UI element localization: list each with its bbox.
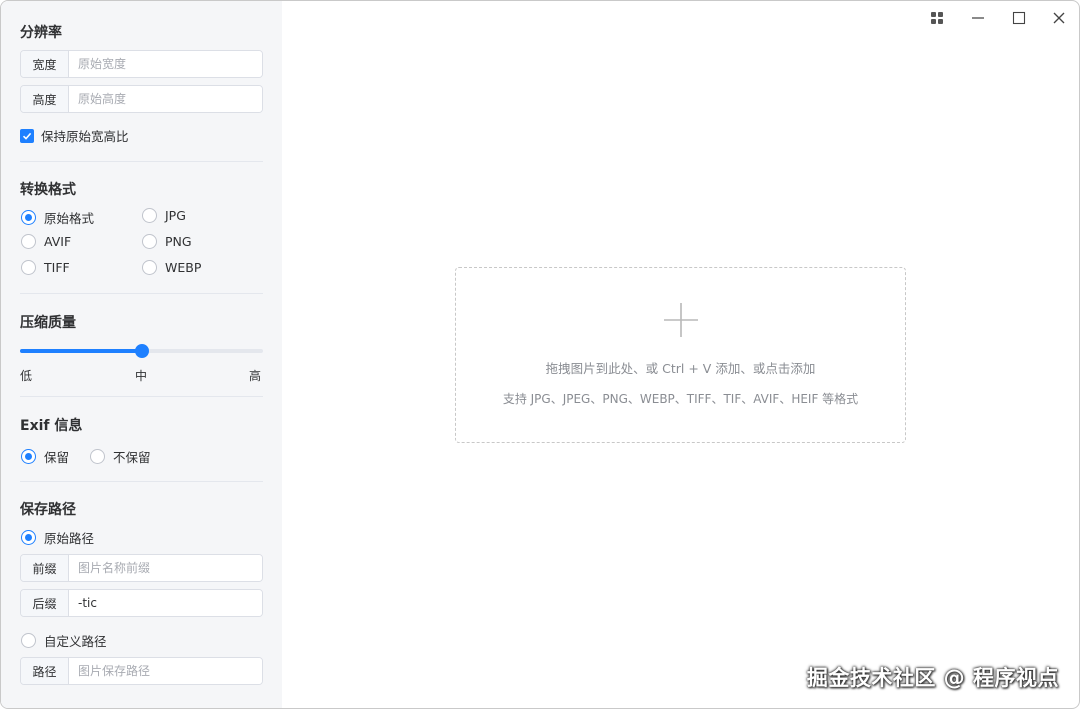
radio-checked-icon	[21, 530, 36, 545]
quality-high-label: 高	[249, 369, 262, 383]
maximize-button[interactable]	[1006, 7, 1032, 29]
suffix-label: 后缀	[21, 590, 69, 616]
radio-icon	[90, 449, 105, 464]
radio-icon	[142, 208, 157, 223]
quality-title: 压缩质量	[20, 315, 76, 331]
height-input[interactable]	[69, 86, 262, 112]
save-path-title: 保存路径	[20, 502, 76, 518]
drop-zone-hint: 拖拽图片到此处、或 Ctrl + V 添加、或点击添加	[545, 361, 816, 376]
minimize-icon	[972, 17, 984, 19]
keep-ratio-label: 保持原始宽高比	[41, 129, 129, 144]
format-option-original[interactable]: 原始格式	[21, 208, 94, 227]
checkbox-check-icon	[20, 128, 34, 143]
path-input[interactable]	[69, 658, 262, 684]
radio-icon	[142, 234, 157, 249]
minimize-button[interactable]	[965, 7, 991, 29]
radio-checked-icon	[21, 449, 36, 464]
maximize-icon	[1012, 11, 1026, 25]
divider	[20, 481, 263, 482]
original-path-label: 原始路径	[44, 531, 95, 546]
radio-icon	[142, 260, 157, 275]
format-option-label: AVIF	[44, 234, 72, 249]
exif-discard-option[interactable]: 不保留	[90, 447, 151, 466]
exif-keep-label: 保留	[44, 450, 70, 465]
format-option-label: JPG	[165, 208, 186, 223]
path-label: 路径	[21, 658, 69, 684]
format-option-avif[interactable]: AVIF	[21, 234, 71, 249]
custom-path-option[interactable]: 自定义路径	[21, 631, 107, 650]
settings-sidebar: 分辨率 宽度 高度 保持原始宽高比 转换格式 原始格式 JPG AVIF	[1, 1, 282, 708]
quality-slider-fill	[20, 349, 142, 353]
close-icon	[1053, 12, 1065, 24]
grid-icon	[931, 12, 943, 24]
image-drop-zone[interactable]: 拖拽图片到此处、或 Ctrl + V 添加、或点击添加 支持 JPG、JPEG、…	[455, 267, 906, 443]
watermark: 掘金技术社区 @ 程序视点	[806, 666, 1059, 690]
format-option-jpg[interactable]: JPG	[142, 208, 186, 223]
prefix-input[interactable]	[69, 555, 262, 581]
plus-icon	[664, 303, 698, 337]
prefix-label: 前缀	[21, 555, 69, 581]
format-option-label: TIFF	[44, 260, 70, 275]
height-field[interactable]: 高度	[20, 85, 263, 113]
radio-icon	[21, 633, 36, 648]
suffix-field[interactable]: 后缀	[20, 589, 263, 617]
divider	[20, 396, 263, 397]
format-option-label: WEBP	[165, 260, 202, 275]
keep-ratio-checkbox[interactable]: 保持原始宽高比	[20, 126, 129, 145]
quality-mid-label: 中	[135, 369, 148, 383]
divider	[20, 161, 263, 162]
radio-checked-icon	[21, 210, 36, 225]
width-field[interactable]: 宽度	[20, 50, 263, 78]
supported-formats-hint: 支持 JPG、JPEG、PNG、WEBP、TIFF、TIF、AVIF、HEIF …	[502, 392, 859, 406]
radio-icon	[21, 260, 36, 275]
radio-icon	[21, 234, 36, 249]
width-label: 宽度	[21, 51, 69, 77]
format-option-label: 原始格式	[44, 211, 95, 226]
format-option-png[interactable]: PNG	[142, 234, 192, 249]
height-label: 高度	[21, 86, 69, 112]
path-field[interactable]: 路径	[20, 657, 263, 685]
app-window: 分辨率 宽度 高度 保持原始宽高比 转换格式 原始格式 JPG AVIF	[0, 0, 1080, 709]
format-option-webp[interactable]: WEBP	[142, 260, 201, 275]
grid-button[interactable]	[924, 7, 950, 29]
close-button[interactable]	[1046, 7, 1072, 29]
prefix-field[interactable]: 前缀	[20, 554, 263, 582]
original-path-option[interactable]: 原始路径	[21, 528, 94, 547]
suffix-input[interactable]	[69, 590, 262, 616]
format-option-label: PNG	[165, 234, 192, 249]
resolution-title: 分辨率	[20, 25, 62, 41]
quality-low-label: 低	[20, 369, 33, 383]
exif-title: Exif 信息	[20, 418, 83, 434]
custom-path-label: 自定义路径	[44, 634, 107, 649]
quality-slider-handle[interactable]	[134, 344, 149, 358]
width-input[interactable]	[69, 51, 262, 77]
quality-slider[interactable]	[20, 344, 263, 358]
format-option-tiff[interactable]: TIFF	[21, 260, 70, 275]
exif-keep-option[interactable]: 保留	[21, 447, 69, 466]
format-title: 转换格式	[20, 182, 76, 198]
divider	[20, 293, 263, 294]
exif-discard-label: 不保留	[113, 450, 151, 465]
